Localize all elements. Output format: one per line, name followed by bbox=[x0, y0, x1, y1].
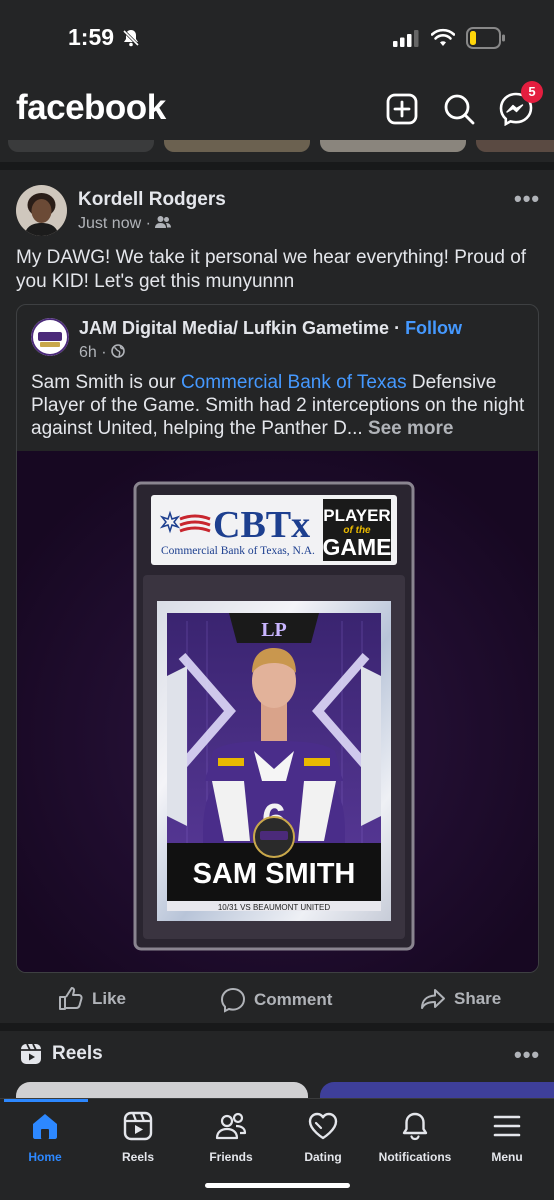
active-tab-indicator bbox=[4, 1099, 88, 1102]
shared-text: Sam Smith is our Commercial Bank of Texa… bbox=[31, 371, 531, 440]
sponsor-link[interactable]: Commercial Bank of Texas bbox=[181, 372, 407, 393]
battery-icon bbox=[466, 27, 505, 49]
globe-icon bbox=[111, 344, 125, 358]
tab-menu[interactable]: Menu bbox=[462, 1111, 552, 1164]
post-text: My DAWG! We take it personal we hear eve… bbox=[16, 247, 527, 292]
facebook-logo[interactable]: facebook bbox=[16, 88, 166, 128]
shared-page-name[interactable]: JAM Digital Media/ Lufkin Gametime bbox=[79, 318, 389, 338]
tab-label: Notifications bbox=[378, 1150, 452, 1164]
share-button[interactable]: Share bbox=[420, 987, 501, 1011]
tab-label: Menu bbox=[491, 1150, 523, 1164]
team-logo-text: LP bbox=[261, 619, 287, 641]
stories-strip[interactable] bbox=[0, 140, 554, 154]
feed-divider bbox=[0, 162, 554, 170]
sponsor-name-text: Commercial Bank of Texas, N.A. bbox=[161, 545, 315, 557]
bell-muted-icon bbox=[122, 29, 140, 47]
like-button[interactable]: Like bbox=[58, 987, 126, 1011]
menu-icon bbox=[493, 1115, 521, 1137]
comment-label: Comment bbox=[254, 990, 333, 1009]
shared-text-before: Sam Smith is our bbox=[31, 372, 181, 393]
tab-label: Dating bbox=[304, 1150, 342, 1164]
like-label: Like bbox=[92, 989, 127, 1008]
shared-time: 6h bbox=[79, 344, 97, 361]
feed-divider bbox=[0, 1023, 554, 1031]
game-line: 10/31 VS BEAUMONT UNITED bbox=[218, 903, 331, 912]
tab-label: Reels bbox=[121, 1150, 155, 1164]
badge-line1: PLAYER bbox=[323, 506, 390, 525]
post-time: Just now bbox=[78, 215, 142, 232]
tab-home[interactable]: Home bbox=[0, 1111, 90, 1164]
tab-notifications[interactable]: Notifications bbox=[370, 1111, 460, 1164]
page-avatar[interactable] bbox=[31, 318, 69, 356]
comment-button[interactable]: Comment bbox=[220, 987, 332, 1013]
reels-more-icon[interactable]: ••• bbox=[514, 1042, 540, 1068]
tab-friends[interactable]: Friends bbox=[186, 1111, 276, 1164]
meta-separator: · bbox=[145, 215, 156, 232]
status-bar: 1:59 bbox=[0, 0, 554, 74]
player-name: SAM SMITH bbox=[193, 858, 356, 890]
post-more-icon[interactable]: ••• bbox=[514, 186, 540, 212]
comment-icon bbox=[220, 987, 246, 1013]
share-label: Share bbox=[454, 989, 502, 1008]
badge-line3: GAME bbox=[323, 534, 392, 560]
page-name-line: JAM Digital Media/ Lufkin Gametime · Fol… bbox=[79, 318, 462, 339]
see-more-link[interactable]: See more bbox=[368, 418, 454, 439]
post-meta: Just now · bbox=[78, 215, 172, 233]
shared-meta: 6h · bbox=[79, 344, 125, 362]
tab-dating[interactable]: Dating bbox=[278, 1111, 368, 1164]
dating-icon bbox=[308, 1112, 338, 1140]
sponsor-logo-text: CBTx bbox=[213, 504, 310, 546]
add-icon[interactable] bbox=[385, 92, 419, 126]
follow-button[interactable]: Follow bbox=[405, 318, 462, 338]
tab-label: Home bbox=[28, 1150, 62, 1164]
reels-icon bbox=[123, 1111, 153, 1141]
share-icon bbox=[421, 989, 445, 1009]
reels-icon bbox=[21, 1043, 41, 1064]
status-time: 1:59 bbox=[68, 24, 115, 50]
friends-icon bbox=[155, 216, 172, 228]
author-avatar[interactable] bbox=[16, 185, 67, 236]
tab-label: Friends bbox=[209, 1150, 253, 1164]
messenger-badge: 5 bbox=[521, 81, 543, 103]
friends-icon bbox=[215, 1112, 247, 1140]
post-image[interactable]: CBTx Commercial Bank of Texas, N.A. PLAY… bbox=[17, 451, 538, 972]
reels-title[interactable]: Reels bbox=[52, 1043, 103, 1065]
player-card-image: CBTx Commercial Bank of Texas, N.A. PLAY… bbox=[17, 451, 538, 972]
home-icon bbox=[33, 1114, 57, 1139]
shared-meta-separator: · bbox=[101, 344, 112, 361]
wifi-icon bbox=[431, 28, 455, 46]
tab-reels[interactable]: Reels bbox=[93, 1111, 183, 1164]
search-icon[interactable] bbox=[442, 92, 476, 126]
post-author[interactable]: Kordell Rodgers bbox=[78, 189, 226, 211]
bell-icon bbox=[402, 1112, 428, 1141]
signal-icon bbox=[393, 30, 419, 47]
follow-separator: · bbox=[389, 318, 406, 338]
like-icon bbox=[59, 987, 83, 1010]
shared-post-card[interactable]: JAM Digital Media/ Lufkin Gametime · Fol… bbox=[16, 304, 539, 973]
home-indicator bbox=[205, 1183, 350, 1188]
